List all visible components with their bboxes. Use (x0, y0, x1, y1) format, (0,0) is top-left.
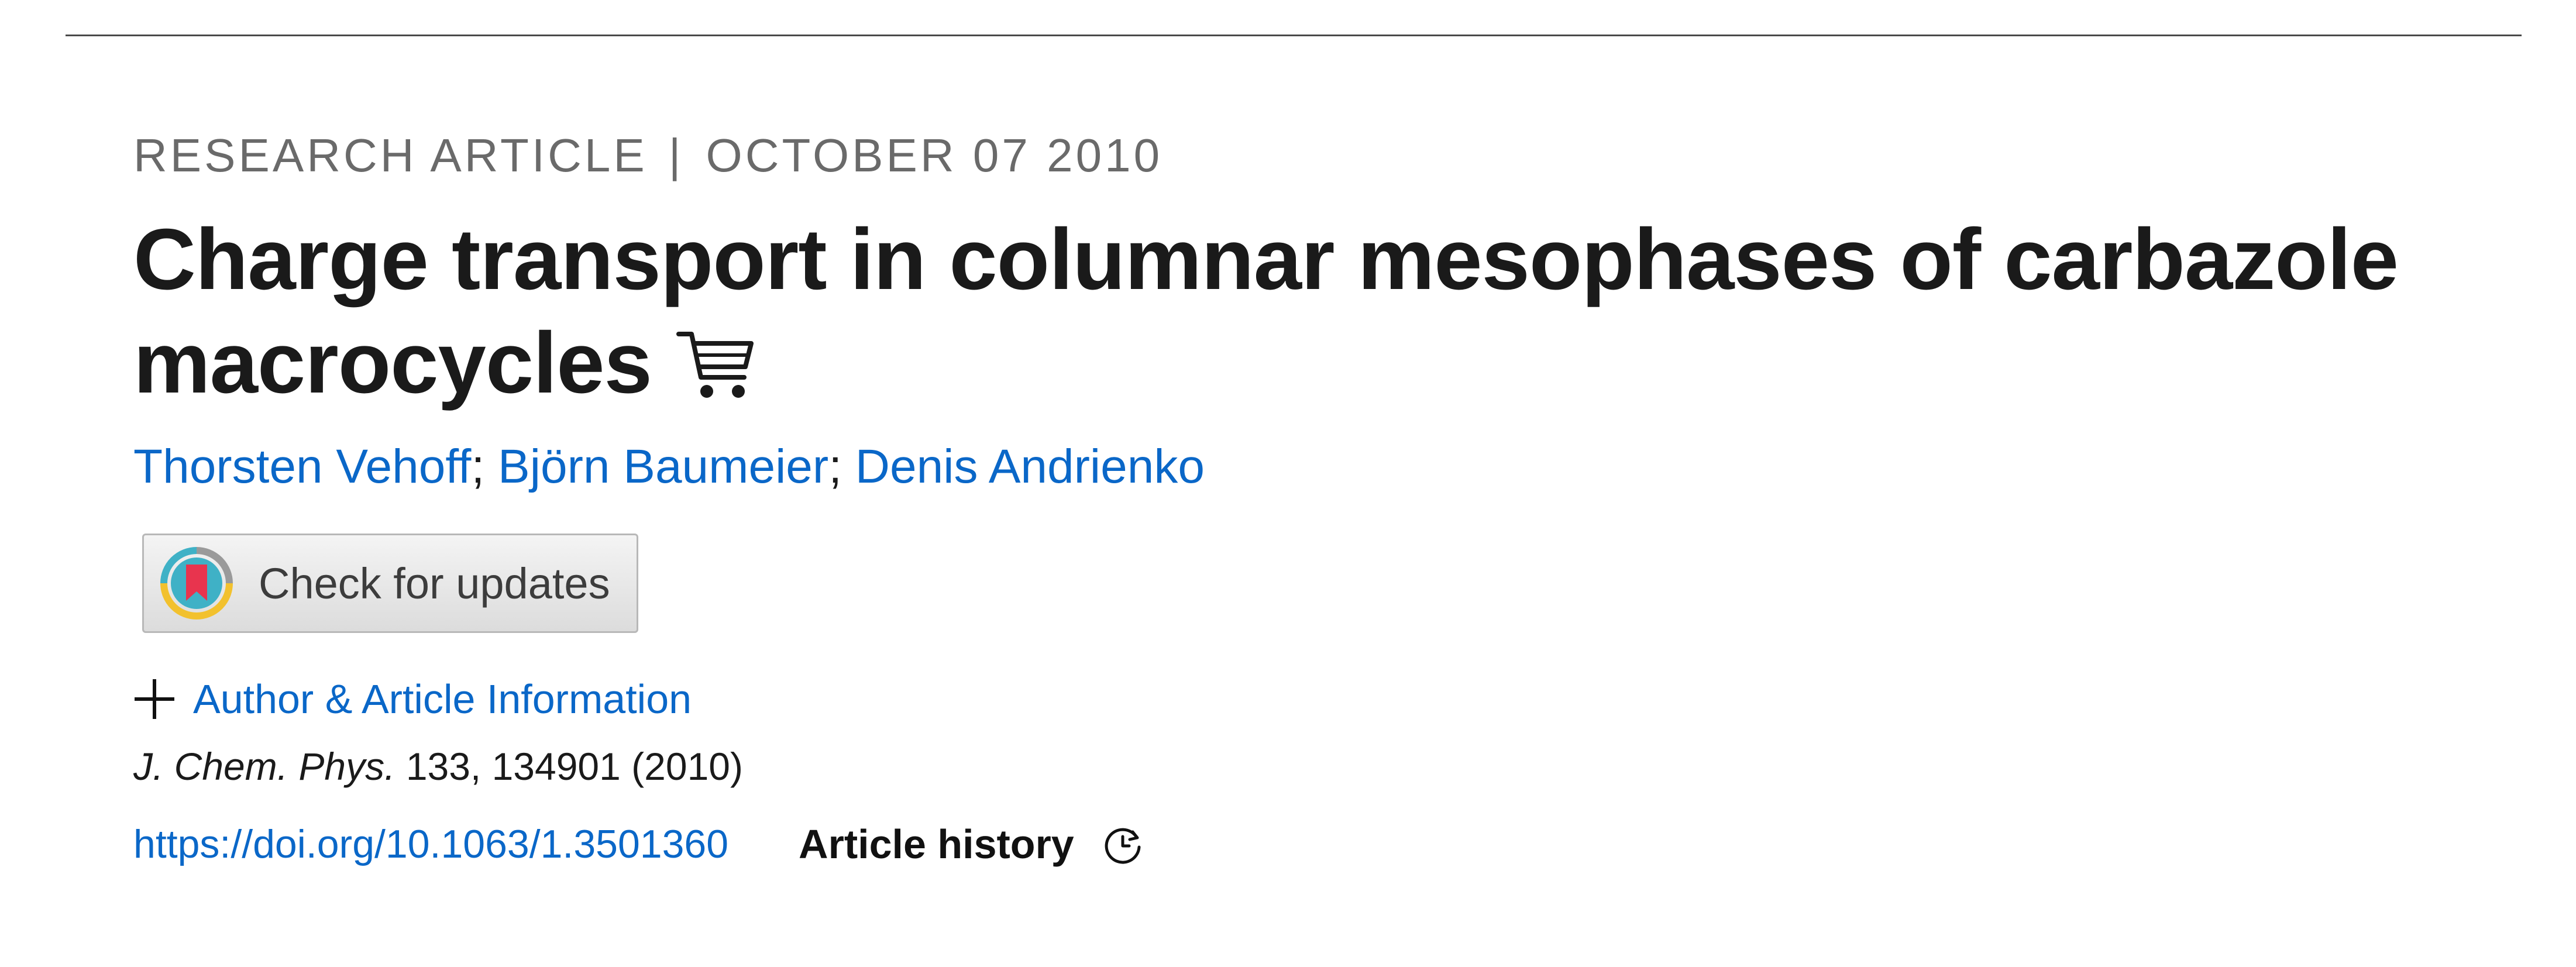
author-link[interactable]: Björn Baumeier (498, 440, 828, 493)
article-title: Charge transport in columnar mesophases … (133, 208, 2532, 415)
article-history-label: Article history (799, 821, 1074, 867)
article-history-button[interactable]: Article history (799, 821, 1143, 868)
author-link[interactable]: Thorsten Vehoff (133, 440, 471, 493)
journal-name: J. Chem. Phys. (133, 745, 395, 788)
author-separator: ; (828, 440, 842, 493)
history-clock-icon (1105, 828, 1141, 864)
check-for-updates-label: Check for updates (259, 559, 610, 608)
author-link[interactable]: Denis Andrienko (855, 440, 1205, 493)
article-title-text: Charge transport in columnar mesophases … (133, 211, 2399, 411)
doi-link[interactable]: https://doi.org/10.1063/1.3501360 (133, 821, 728, 867)
article-type: RESEARCH ARTICLE (133, 129, 648, 181)
article-kicker: RESEARCH ARTICLE | OCTOBER 07 2010 (133, 128, 1163, 184)
plus-icon[interactable] (133, 678, 176, 720)
author-list: Thorsten Vehoff; Björn Baumeier; Denis A… (133, 438, 1205, 496)
author-article-info-link[interactable]: Author & Article Information (193, 676, 692, 722)
author-separator: ; (471, 440, 485, 493)
check-for-updates-button[interactable]: Check for updates (142, 534, 638, 633)
shopping-cart-icon[interactable] (675, 326, 757, 402)
citation: J. Chem. Phys. 133, 134901 (2010) (133, 742, 743, 791)
kicker-separator: | (668, 129, 684, 181)
top-divider (66, 35, 2522, 36)
author-article-info-toggle[interactable]: Author & Article Information (133, 673, 692, 725)
article-header-page: RESEARCH ARTICLE | OCTOBER 07 2010 Charge … (0, 0, 2576, 967)
publication-date: OCTOBER 07 2010 (706, 129, 1163, 181)
citation-details: 133, 134901 (2010) (405, 745, 743, 788)
doi-history-row: https://doi.org/10.1063/1.3501360 Articl… (133, 818, 1143, 870)
crossmark-badge-icon (160, 547, 233, 620)
